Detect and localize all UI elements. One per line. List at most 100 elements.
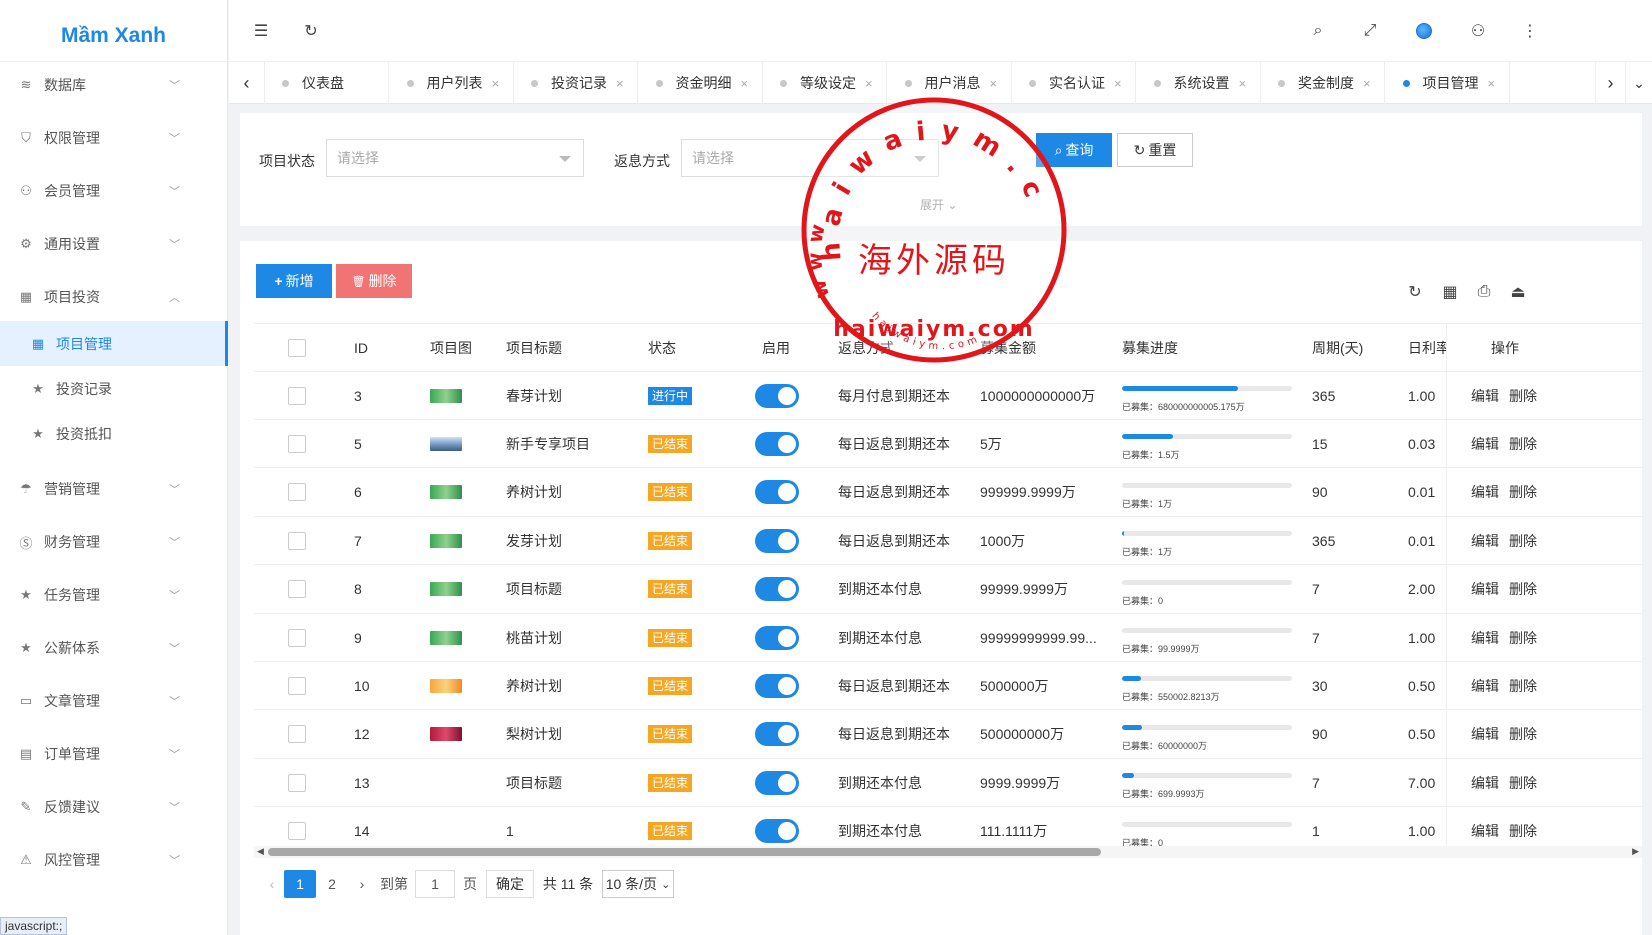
- checkbox-box[interactable]: [288, 822, 306, 841]
- project-thumbnail[interactable]: [430, 533, 462, 548]
- row-checkbox[interactable]: [288, 420, 306, 467]
- page-1[interactable]: 1: [284, 870, 316, 898]
- reset-button[interactable]: ↻ 重置: [1117, 133, 1193, 167]
- tabs-scroll-right-icon[interactable]: ›: [1595, 62, 1625, 104]
- close-icon[interactable]: ×: [741, 76, 749, 91]
- tab-6[interactable]: 实名认证 ×: [1012, 62, 1136, 104]
- globe-icon[interactable]: [1414, 21, 1434, 41]
- row-checkbox[interactable]: [288, 372, 306, 419]
- col-id[interactable]: ID: [354, 324, 368, 371]
- query-button[interactable]: ⌕ 查询: [1036, 133, 1112, 167]
- delete-link[interactable]: 删除: [1509, 482, 1537, 502]
- tab-0[interactable]: 仪表盘: [265, 62, 389, 104]
- delete-link[interactable]: 删除: [1509, 724, 1537, 744]
- search-icon[interactable]: ⌕: [1308, 21, 1328, 41]
- enabled-toggle[interactable]: [755, 625, 799, 650]
- status-select[interactable]: 请选择: [326, 139, 584, 177]
- checkbox-box[interactable]: [288, 725, 306, 744]
- project-thumbnail[interactable]: [430, 436, 462, 451]
- enabled-toggle[interactable]: [755, 819, 799, 844]
- scrollbar-thumb[interactable]: [268, 848, 1101, 856]
- checkbox-box[interactable]: [288, 773, 306, 792]
- sidebar-item-15[interactable]: ⚠ 风控管理 ﹀: [0, 832, 228, 888]
- checkbox-box[interactable]: [288, 580, 306, 599]
- edit-link[interactable]: 编辑: [1471, 821, 1499, 841]
- close-icon[interactable]: ×: [616, 76, 624, 91]
- tab-3[interactable]: 资金明细 ×: [639, 62, 763, 104]
- columns-icon[interactable]: ▦: [1439, 281, 1461, 303]
- row-checkbox[interactable]: [288, 662, 306, 709]
- close-icon[interactable]: ×: [1488, 76, 1496, 91]
- enabled-toggle[interactable]: [755, 480, 799, 505]
- scroll-right-arrow-icon[interactable]: ▶: [1632, 846, 1639, 857]
- sidebar-item-0[interactable]: ≋ 数据库 ﹀: [0, 57, 228, 113]
- print-icon[interactable]: ⎙: [1473, 281, 1495, 303]
- app-logo[interactable]: Mầm Xanh: [0, 0, 227, 62]
- project-thumbnail[interactable]: [430, 582, 462, 597]
- sidebar-item-10[interactable]: ★ 任务管理 ﹀: [0, 567, 228, 623]
- edit-link[interactable]: 编辑: [1471, 434, 1499, 454]
- tab-8[interactable]: 奖金制度 ×: [1261, 62, 1385, 104]
- row-checkbox[interactable]: [288, 759, 306, 806]
- tabs-scroll-left-icon[interactable]: ‹: [229, 62, 265, 104]
- select-all-checkbox[interactable]: [288, 324, 306, 371]
- sidebar-item-7[interactable]: ★ 投资抵扣: [0, 411, 228, 456]
- delete-link[interactable]: 删除: [1509, 676, 1537, 696]
- project-thumbnail[interactable]: [430, 678, 462, 693]
- checkbox-box[interactable]: [288, 676, 306, 695]
- sidebar-item-2[interactable]: ⚇ 会员管理 ﹀: [0, 163, 228, 219]
- tab-1[interactable]: 用户列表 ×: [390, 62, 514, 104]
- goto-page-input[interactable]: 1: [415, 870, 455, 898]
- page-size-select[interactable]: 10 条/页 ⌄: [602, 870, 674, 898]
- row-checkbox[interactable]: [288, 469, 306, 516]
- sidebar-item-13[interactable]: ▤ 订单管理 ﹀: [0, 726, 228, 782]
- edit-link[interactable]: 编辑: [1471, 724, 1499, 744]
- next-page-icon[interactable]: ›: [350, 870, 374, 898]
- edit-link[interactable]: 编辑: [1471, 628, 1499, 648]
- tab-5[interactable]: 用户消息 ×: [888, 62, 1012, 104]
- project-thumbnail[interactable]: [430, 727, 462, 742]
- enabled-toggle[interactable]: [755, 383, 799, 408]
- delete-link[interactable]: 删除: [1509, 821, 1537, 841]
- prev-page-icon[interactable]: ‹: [264, 870, 280, 898]
- page-2[interactable]: 2: [320, 870, 344, 898]
- sidebar-item-11[interactable]: ★ 公薪体系 ﹀: [0, 620, 228, 676]
- tab-9[interactable]: 项目管理 ×: [1386, 62, 1510, 104]
- export-icon[interactable]: ⏏: [1507, 281, 1529, 303]
- bulk-delete-button[interactable]: 🗑 删除: [336, 264, 412, 298]
- enabled-toggle[interactable]: [755, 722, 799, 747]
- project-thumbnail[interactable]: [430, 388, 462, 403]
- goto-confirm-button[interactable]: 确定: [486, 870, 534, 898]
- project-thumbnail[interactable]: [430, 630, 462, 645]
- fullscreen-icon[interactable]: ⤢: [1360, 21, 1380, 41]
- close-icon[interactable]: ×: [1114, 76, 1122, 91]
- add-button[interactable]: + 新增: [256, 264, 332, 298]
- edit-link[interactable]: 编辑: [1471, 482, 1499, 502]
- close-icon[interactable]: ×: [865, 76, 873, 91]
- checkbox-box[interactable]: [288, 386, 306, 405]
- sidebar-item-5[interactable]: ▦ 项目管理: [0, 321, 228, 366]
- refresh-table-icon[interactable]: ↻: [1404, 281, 1426, 303]
- sidebar-item-4[interactable]: ▦ 项目投资 ︿: [0, 269, 228, 325]
- tab-4[interactable]: 等级设定 ×: [763, 62, 887, 104]
- enabled-toggle[interactable]: [755, 431, 799, 456]
- refresh-icon[interactable]: ↻: [301, 21, 321, 41]
- delete-link[interactable]: 删除: [1509, 628, 1537, 648]
- delete-link[interactable]: 删除: [1509, 579, 1537, 599]
- tab-7[interactable]: 系统设置 ×: [1137, 62, 1261, 104]
- close-icon[interactable]: ×: [1239, 76, 1247, 91]
- horizontal-scrollbar[interactable]: ◀ ▶: [254, 846, 1642, 858]
- enabled-toggle[interactable]: [755, 528, 799, 553]
- expand-toggle[interactable]: 展开 ⌄: [920, 196, 957, 213]
- project-thumbnail[interactable]: [430, 485, 462, 500]
- method-select[interactable]: 请选择: [681, 139, 939, 177]
- delete-link[interactable]: 删除: [1509, 531, 1537, 551]
- scroll-left-arrow-icon[interactable]: ◀: [257, 846, 264, 857]
- row-checkbox[interactable]: [288, 711, 306, 758]
- delete-link[interactable]: 删除: [1509, 386, 1537, 406]
- delete-link[interactable]: 删除: [1509, 434, 1537, 454]
- user-icon[interactable]: ⚇: [1468, 21, 1488, 41]
- edit-link[interactable]: 编辑: [1471, 676, 1499, 696]
- close-icon[interactable]: ×: [492, 76, 500, 91]
- sidebar-item-6[interactable]: ★ 投资记录: [0, 366, 228, 411]
